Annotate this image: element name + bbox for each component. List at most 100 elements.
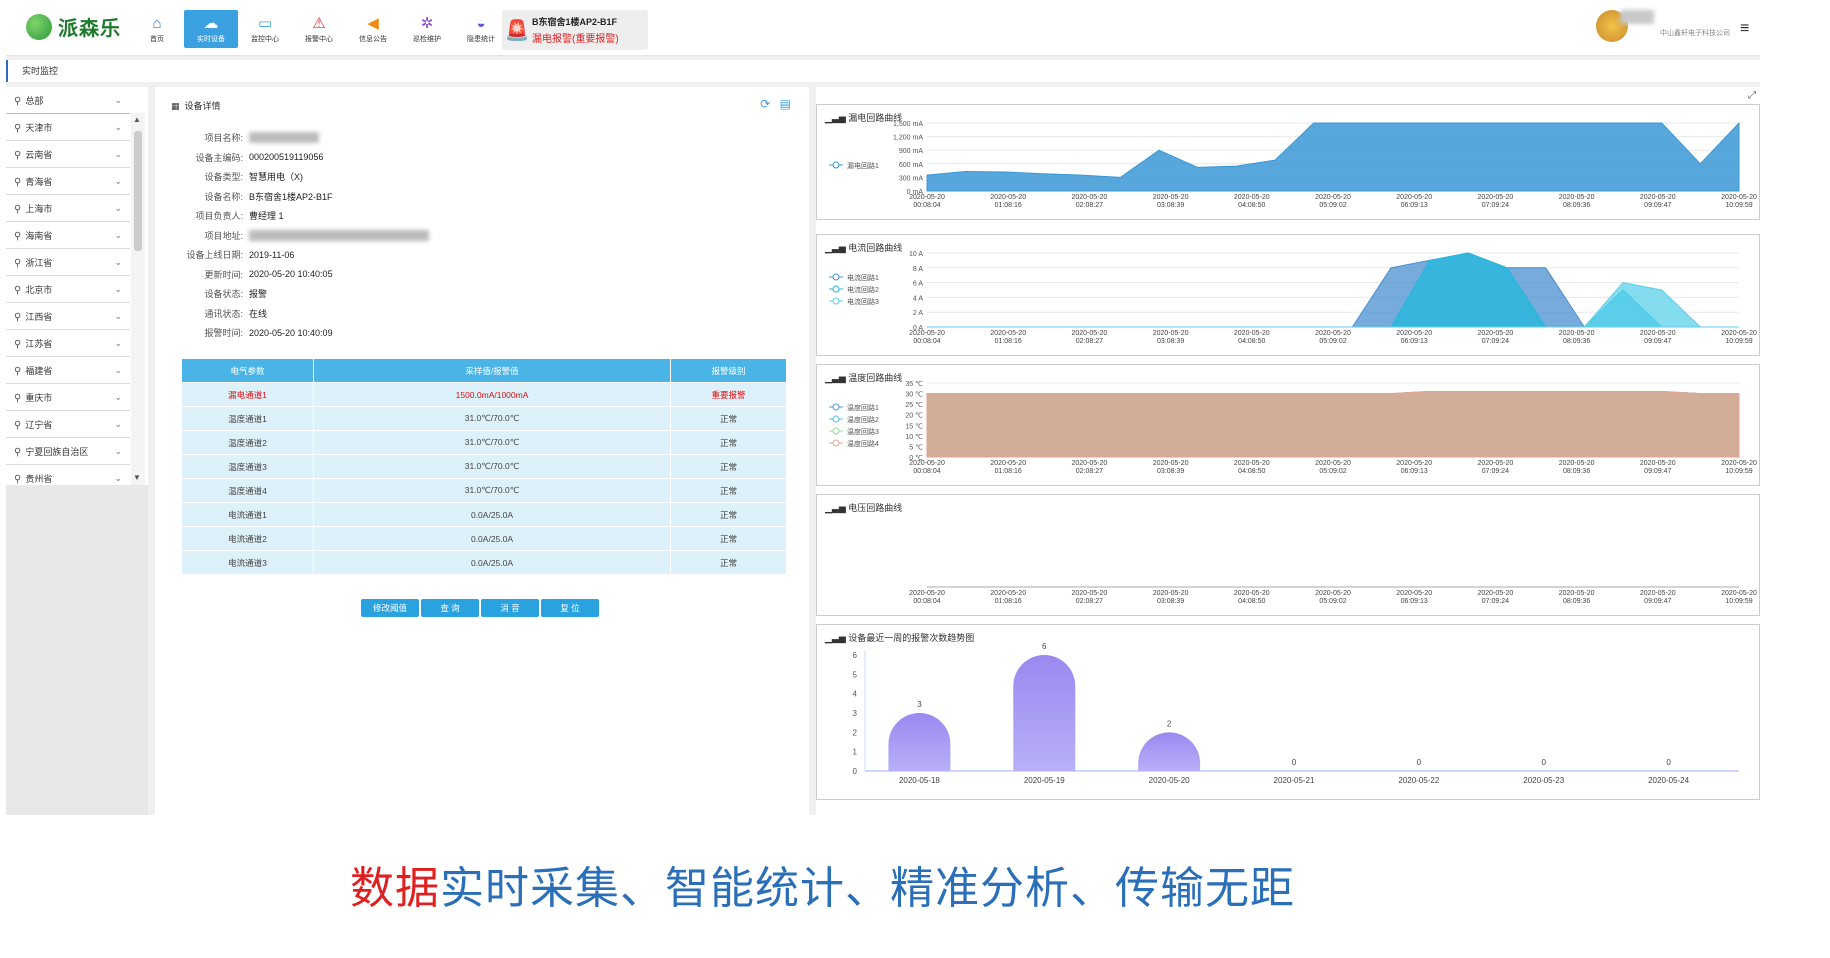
cell-value: 31.0℃/70.0℃ bbox=[313, 430, 671, 455]
info-value: 000200519119056 bbox=[249, 152, 324, 163]
bar bbox=[1138, 732, 1201, 771]
y-tick-label: 900 mA bbox=[899, 148, 923, 155]
sidebar-scrollbar[interactable]: ▲ ▼ bbox=[131, 113, 145, 485]
nav-item-label: 首页 bbox=[150, 35, 164, 43]
cell-name: 温度通道2 bbox=[181, 430, 314, 455]
sidebar-item-left: ⚲ 海南省 bbox=[14, 229, 52, 242]
sidebar-item[interactable]: ⚲ 天津市 ⌄ bbox=[6, 114, 130, 141]
sidebar-item[interactable]: ⚲ 上海市 ⌄ bbox=[6, 195, 130, 222]
chevron-down-icon: ⌄ bbox=[114, 148, 122, 159]
legend-label: 电流回路2 bbox=[847, 285, 879, 294]
refresh-icon[interactable]: ⟳ bbox=[760, 97, 770, 111]
nav-item-chart[interactable]: ◒ 隐患统计 bbox=[454, 10, 508, 48]
sidebar-item-left: ⚲ 云南省 bbox=[14, 148, 52, 161]
sidebar-item[interactable]: ⚲ 福建省 ⌄ bbox=[6, 357, 130, 384]
chart-card: ▁▃▅ 设备最近一周的报警次数趋势图 0 1 2 3 4 5 6 3 2020-05-18 6 202… bbox=[816, 624, 1760, 800]
x-tick-label: 2020-05-20 bbox=[1153, 330, 1189, 337]
sidebar-item[interactable]: ⚲ 浙江省 ⌄ bbox=[6, 249, 130, 276]
location-pin-icon: ⚲ bbox=[14, 446, 22, 458]
y-tick-label: 25 ℃ bbox=[905, 402, 923, 409]
redacted-value bbox=[249, 132, 319, 144]
data-label: 0 bbox=[1666, 758, 1671, 767]
device-detail-panel: ▦ 设备详情 ⟳ ▤ 项目名称: 设备主编码: 000200519119056 设备类型… bbox=[155, 87, 809, 815]
nav-item-home[interactable]: ⌂ 首页 bbox=[130, 10, 184, 48]
nav-item-gear[interactable]: ✲ 巡检维护 bbox=[400, 10, 454, 48]
panel-title-text: 设备详情 bbox=[184, 101, 221, 111]
device-info: 项目名称: 设备主编码: 000200519119056 设备类型: 智慧用电（X) 设备… bbox=[171, 128, 429, 343]
table-row: 漏电通道1 1500.0mA/1000mA 重要报警 bbox=[181, 382, 787, 407]
sidebar-item-left: ⚲ 青海省 bbox=[14, 175, 52, 188]
y-tick-label: 35 ℃ bbox=[905, 381, 923, 388]
nav-item-megaphone[interactable]: ◀ 信息公告 bbox=[346, 10, 400, 48]
x-tick-label: 2020-05-20 bbox=[1640, 590, 1676, 597]
legend-marker bbox=[832, 403, 840, 411]
x-tick-label: 2020-05-20 bbox=[1640, 460, 1676, 467]
location-pin-icon: ⚲ bbox=[14, 149, 22, 161]
data-label: 0 bbox=[1292, 758, 1297, 767]
user-profile[interactable]: 中山鑫轩电子科技公司 bbox=[1596, 10, 1730, 42]
sidebar-item[interactable]: ⚲ 贵州省 ⌄ bbox=[6, 465, 130, 485]
info-key: 项目地址: bbox=[204, 230, 243, 241]
x-tick-label: 06:09:13 bbox=[1401, 598, 1428, 605]
nav-item-monitor[interactable]: ▭ 监控中心 bbox=[238, 10, 292, 48]
scroll-thumb[interactable] bbox=[134, 131, 142, 251]
nav-item-cloud[interactable]: ☁ 实时设备 bbox=[184, 10, 238, 48]
location-pin-icon: ⚲ bbox=[14, 338, 22, 350]
x-tick-label: 2020-05-20 bbox=[1396, 330, 1432, 337]
sidebar-item[interactable]: ⚲ 云南省 ⌄ bbox=[6, 141, 130, 168]
scroll-up-icon[interactable]: ▲ bbox=[133, 115, 141, 124]
x-tick-label: 02:08:27 bbox=[1076, 598, 1103, 605]
chevron-down-icon: ⌄ bbox=[114, 418, 122, 429]
sidebar-item[interactable]: ⚲ 辽宁省 ⌄ bbox=[6, 411, 130, 438]
legend-marker bbox=[832, 415, 840, 423]
location-pin-icon: ⚲ bbox=[14, 203, 22, 215]
sidebar-item[interactable]: ⚲ 重庆市 ⌄ bbox=[6, 384, 130, 411]
cell-name: 电流通道1 bbox=[181, 502, 314, 527]
legend-marker bbox=[832, 439, 840, 447]
alarm-notice[interactable]: 🚨 B东宿舍1楼AP2-B1F 漏电报警(重要报警) bbox=[502, 10, 648, 50]
cell-value: 31.0℃/70.0℃ bbox=[313, 478, 671, 503]
x-tick-label: 2020-05-24 bbox=[1648, 776, 1689, 785]
table-row: 电流通道2 0.0A/25.0A 正常 bbox=[181, 526, 787, 551]
table-header-row: 电气参数 采样值/报警值 报警级别 bbox=[181, 358, 787, 383]
siren-icon: ⚠ bbox=[312, 14, 326, 32]
cell-level: 正常 bbox=[670, 526, 787, 551]
monitor-icon: ▭ bbox=[257, 14, 273, 32]
legend-label: 温度回路2 bbox=[847, 415, 879, 424]
chart-card: ▁▃▅ 电压回路曲线 2020-05-20 00:08:04 2020-05-20 01… bbox=[816, 494, 1760, 616]
table-row: 温度通道1 31.0℃/70.0℃ 正常 bbox=[181, 406, 787, 431]
cell-value: 1500.0mA/1000mA bbox=[313, 382, 671, 407]
cell-level: 正常 bbox=[670, 502, 787, 527]
x-tick-label: 2020-05-20 bbox=[1396, 460, 1432, 467]
chevron-down-icon: ⌄ bbox=[114, 202, 122, 213]
data-label: 6 bbox=[1042, 642, 1047, 651]
nav-item-siren[interactable]: ⚠ 报警中心 bbox=[292, 10, 346, 48]
x-tick-label: 10:09:59 bbox=[1725, 202, 1752, 209]
sidebar-item[interactable]: ⚲ 宁夏回族自治区 ⌄ bbox=[6, 438, 130, 465]
edit-threshold-button[interactable]: 修改阈值 bbox=[361, 599, 419, 617]
nav-item-label: 巡检维护 bbox=[413, 35, 441, 43]
sidebar-item[interactable]: ⚲ 北京市 ⌄ bbox=[6, 276, 130, 303]
sidebar-item[interactable]: ⚲ 江苏省 ⌄ bbox=[6, 330, 130, 357]
hamburger-menu-icon[interactable]: ≡ bbox=[1740, 20, 1749, 38]
mute-button[interactable]: 消 音 bbox=[481, 599, 539, 617]
y-tick-label: 6 A bbox=[913, 281, 923, 288]
info-row: 设备名称: B东宿舍1楼AP2-B1F bbox=[171, 187, 429, 207]
location-pin-icon: ⚲ bbox=[14, 176, 22, 188]
query-button[interactable]: 查 询 bbox=[421, 599, 479, 617]
sidebar-item-root[interactable]: ⚲ 总部 ⌄ bbox=[6, 87, 130, 114]
document-icon[interactable]: ▤ bbox=[780, 97, 791, 111]
sidebar-item[interactable]: ⚲ 海南省 ⌄ bbox=[6, 222, 130, 249]
x-tick-label: 2020-05-20 bbox=[990, 330, 1026, 337]
x-tick-label: 2020-05-20 bbox=[990, 590, 1026, 597]
reset-button[interactable]: 复 位 bbox=[541, 599, 599, 617]
sidebar-item[interactable]: ⚲ 江西省 ⌄ bbox=[6, 303, 130, 330]
fullscreen-icon[interactable]: ⤢ bbox=[1748, 90, 1756, 101]
x-tick-label: 2020-05-20 bbox=[1477, 330, 1513, 337]
location-pin-icon: ⚲ bbox=[14, 419, 22, 431]
sidebar-item[interactable]: ⚲ 青海省 ⌄ bbox=[6, 168, 130, 195]
home-icon: ⌂ bbox=[152, 14, 162, 32]
table-row: 电流通道3 0.0A/25.0A 正常 bbox=[181, 550, 787, 575]
scroll-down-icon[interactable]: ▼ bbox=[133, 473, 141, 482]
brand-logo[interactable]: 派森乐 bbox=[26, 12, 121, 41]
